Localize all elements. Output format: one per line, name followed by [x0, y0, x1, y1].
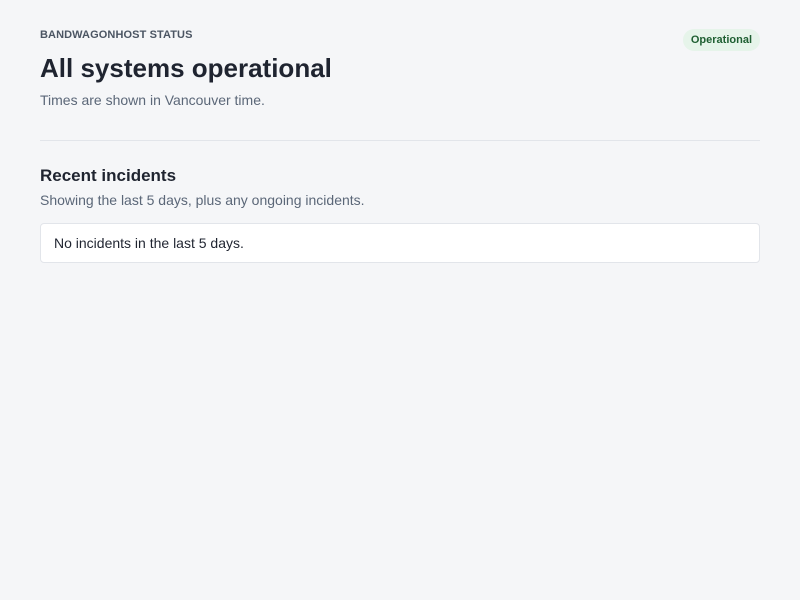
no-incidents-message: No incidents in the last 5 days. — [54, 235, 244, 251]
status-badge: Operational — [682, 29, 760, 51]
site-name: BANDWAGONHOST STATUS — [40, 29, 193, 41]
page-header: BANDWAGONHOST STATUS Operational All sys… — [40, 0, 760, 108]
recent-incidents-section: Recent incidents Showing the last 5 days… — [40, 166, 760, 263]
status-page: BANDWAGONHOST STATUS Operational All sys… — [0, 0, 800, 600]
timezone-note: Times are shown in Vancouver time. — [40, 92, 265, 108]
section-divider — [40, 140, 760, 141]
recent-incidents-title: Recent incidents — [40, 166, 177, 185]
page-title: All systems operational — [40, 53, 332, 83]
recent-incidents-description: Showing the last 5 days, plus any ongoin… — [40, 192, 365, 208]
incidents-card: No incidents in the last 5 days. — [40, 223, 760, 263]
